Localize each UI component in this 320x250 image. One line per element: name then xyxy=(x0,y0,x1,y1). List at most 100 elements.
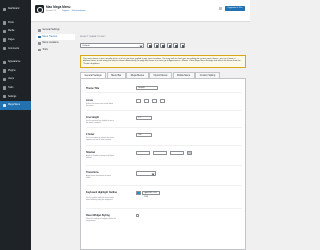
tab-general-settings[interactable]: General Settings xyxy=(80,72,107,78)
comments-icon xyxy=(2,46,6,51)
theme-select-label: SELECT THEME TO EDIT xyxy=(80,36,106,38)
admin-menu-pages[interactable]: Pages xyxy=(0,36,31,45)
admin-menu-label: Posts xyxy=(7,21,14,24)
new-theme-button[interactable] xyxy=(147,43,153,49)
plugins-icon xyxy=(2,69,6,73)
admin-menu-users[interactable]: Users xyxy=(0,75,31,84)
plugin-version: Version 3.3 xyxy=(46,9,57,12)
settings-icon xyxy=(2,94,6,99)
pages-icon xyxy=(2,38,6,42)
nav-tools[interactable]: Tools xyxy=(36,47,75,54)
admin-menu-settings[interactable]: Settings xyxy=(0,92,31,101)
tab-mobile-menu[interactable]: Mobile Menu xyxy=(172,72,195,78)
row-desc: Set the general line height to use in th… xyxy=(86,119,115,124)
admin-menu-tools[interactable]: Tools xyxy=(0,84,31,93)
theme-title-input[interactable]: Default xyxy=(136,86,158,91)
admin-menu-label: Mega Menu xyxy=(7,104,21,107)
import-icon xyxy=(175,45,178,48)
plus-icon xyxy=(149,45,152,48)
nav-menu-themes[interactable]: Menu Themes xyxy=(36,33,75,41)
admin-menu-plugins[interactable]: Plugins xyxy=(0,67,31,76)
nav-menu-locations[interactable]: Menu Locations xyxy=(36,40,75,47)
arrow-up-icon[interactable] xyxy=(136,99,141,104)
row-arrow: Arrow Select the arrow icons used within… xyxy=(86,97,242,111)
admin-menu-appearance[interactable]: Appearance xyxy=(0,58,31,67)
duplicate-theme-button[interactable] xyxy=(153,43,159,49)
outline-color-input[interactable]: rgba(109, 109, 109) xyxy=(142,191,160,198)
nav-label: Tools xyxy=(42,49,48,52)
tools-icon xyxy=(38,48,41,52)
row-label: Theme Title xyxy=(86,87,100,90)
admin-menu-media[interactable]: Media xyxy=(0,27,31,36)
row-reset-widget: Reset Widget Styling Reset the styling o… xyxy=(86,212,242,229)
settings-nav: General Settings Menu Themes Menu Locati… xyxy=(36,27,75,53)
line-height-input[interactable]: 1.7 xyxy=(136,116,152,121)
row-desc: Select the arrow icons used within the m… xyxy=(86,102,114,107)
upgrade-button[interactable]: Upgrade to Pro xyxy=(224,5,245,11)
arrow-icons xyxy=(136,99,165,104)
admin-menu-comments[interactable]: Comments xyxy=(0,44,31,53)
row-desc: Set the z-index to ensure the menu appea… xyxy=(86,136,114,141)
delete-theme-button[interactable] xyxy=(179,43,185,49)
checkbox-box[interactable] xyxy=(136,214,140,218)
admin-menu-dashboard[interactable]: Dashboard xyxy=(0,5,31,14)
nav-label: General Settings xyxy=(42,29,60,32)
row-shadow: Shadow Apply a shadow to mega and flyout… xyxy=(86,149,242,166)
admin-sidebar: Dashboard Posts Media Pages Comments App… xyxy=(0,0,31,250)
theme-select[interactable]: Default xyxy=(80,42,144,48)
z-index-input[interactable]: 999 xyxy=(136,133,152,138)
documentation-link[interactable]: Documentation xyxy=(72,10,85,12)
transitions-select[interactable] xyxy=(136,171,156,176)
media-icon xyxy=(2,29,6,34)
admin-menu-label: Comments xyxy=(7,47,20,50)
tab-menu-bar[interactable]: Menu Bar xyxy=(106,72,126,78)
shadow-color-picker[interactable] xyxy=(187,151,192,156)
admin-menu-label: Users xyxy=(7,78,14,81)
tab-custom-styling[interactable]: Custom Styling xyxy=(195,72,220,78)
dashboard-icon xyxy=(2,7,6,11)
theme-tabs: General Settings Menu Bar Mega Menus Fly… xyxy=(80,72,246,79)
shadow-color-swatch[interactable] xyxy=(187,151,192,156)
admin-menu-posts[interactable]: Posts xyxy=(0,19,31,28)
export-theme-button[interactable] xyxy=(166,43,172,49)
admin-menu-label: Media xyxy=(7,30,15,33)
outline-color-swatch[interactable] xyxy=(136,191,141,196)
support-link[interactable]: Support xyxy=(62,10,69,12)
row-theme-title: Theme Title Default xyxy=(86,83,242,93)
appearance-icon xyxy=(2,60,6,64)
shadow-horizontal-input[interactable] xyxy=(136,151,150,156)
reset-widget-checkbox[interactable] xyxy=(136,214,140,218)
posts-icon xyxy=(2,21,6,25)
row-line-height: Line Height Set the general line height … xyxy=(86,114,242,128)
row-z-index: Z Index Set the z-index to ensure the me… xyxy=(86,131,242,146)
arrow-right-icon[interactable] xyxy=(160,99,165,104)
help-icon[interactable] xyxy=(218,6,222,11)
mega-menu-icon xyxy=(2,103,6,107)
row-desc: Apply hover transitions to menu items. xyxy=(86,174,112,179)
tab-mega-menus[interactable]: Mega Menus xyxy=(126,72,149,78)
arrow-left-icon[interactable] xyxy=(152,99,157,104)
tools-icon xyxy=(2,86,6,90)
shadow-blur-input[interactable] xyxy=(170,151,184,156)
admin-menu-label: Dashboard xyxy=(7,8,20,11)
users-icon xyxy=(2,77,6,82)
row-desc: Apply a shadow to mega and flyout menus. xyxy=(86,154,114,159)
admin-menu-mega-menu[interactable]: Mega Menu xyxy=(0,100,31,110)
trash-icon xyxy=(181,45,185,48)
copy-icon xyxy=(155,45,159,48)
tab-flyout-menus[interactable]: Flyout Menus xyxy=(149,72,172,78)
keyboard-outline-color: rgba(109, 109, 109) xyxy=(136,191,160,198)
shadow-vertical-input[interactable] xyxy=(153,151,167,156)
admin-menu-label: Plugins xyxy=(7,69,16,72)
row-desc: Set the outline style for menu items whe… xyxy=(86,197,115,202)
arrow-down-icon[interactable] xyxy=(144,99,149,104)
nav-label: Menu Locations xyxy=(42,42,59,45)
admin-menu-label: Tools xyxy=(7,87,14,90)
nav-general-settings[interactable]: General Settings xyxy=(36,27,75,34)
bold-button[interactable] xyxy=(160,43,166,49)
location-icon xyxy=(38,42,41,45)
nav-label: Menu Themes xyxy=(42,35,58,38)
row-keyboard-highlight: Keyboard Highlight Outline Set the outli… xyxy=(86,189,242,209)
admin-menu-label: Settings xyxy=(7,95,17,98)
import-theme-button[interactable] xyxy=(173,43,179,49)
